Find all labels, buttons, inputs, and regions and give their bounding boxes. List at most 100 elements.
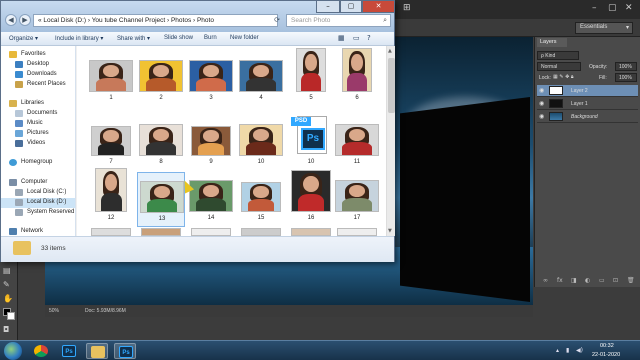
nav-favorites[interactable]: Favorites — [1, 50, 75, 60]
slide-show-button[interactable]: Slide show — [164, 35, 193, 41]
maximize-button[interactable]: ▢ — [340, 1, 362, 13]
quick-mask-icon[interactable]: ◘ — [3, 325, 15, 335]
photo-file-item[interactable]: 10 — [237, 116, 285, 171]
maximize-icon[interactable]: ▢ — [608, 3, 617, 13]
zoom-level[interactable]: 50% — [49, 308, 59, 314]
nav-network[interactable]: Network — [1, 227, 75, 236]
photo-file-item[interactable]: 6 — [333, 48, 381, 107]
photo-file-item[interactable]: 3 — [187, 52, 235, 107]
layer-row[interactable]: ◉ Layer 2 — [537, 85, 638, 97]
share-with-button[interactable]: Share with ▾ — [117, 35, 150, 42]
photo-thumbnail-partial[interactable] — [141, 228, 181, 236]
photo-file-item[interactable]: 5 — [287, 48, 335, 107]
link-layers-icon[interactable]: ∞ — [543, 277, 548, 284]
preview-pane-icon[interactable]: ▭ — [353, 34, 360, 42]
photo-file-item[interactable]: 8 — [137, 116, 185, 171]
taskbar-chrome[interactable] — [30, 343, 52, 359]
visibility-eye-icon[interactable]: ◉ — [539, 100, 544, 107]
photo-thumbnail-partial[interactable] — [337, 228, 377, 236]
photo-thumbnail-partial[interactable] — [191, 228, 231, 236]
new-folder-button[interactable]: New folder — [230, 35, 259, 41]
nav-homegroup[interactable]: Homegroup — [1, 158, 75, 168]
photo-file-item[interactable]: 4 — [237, 52, 285, 107]
volume-icon[interactable]: ◀) — [576, 347, 583, 354]
nav-videos[interactable]: Videos — [1, 139, 75, 149]
nav-local-disk-d[interactable]: Local Disk (D:) — [1, 198, 75, 208]
photo-file-item[interactable]: 14 — [187, 172, 235, 227]
network-icon[interactable]: ▮ — [566, 347, 569, 354]
layer-row[interactable]: ◉ Layer 1 — [537, 98, 638, 110]
scroll-thumb[interactable] — [388, 58, 395, 113]
start-button[interactable] — [4, 342, 22, 360]
photo-thumbnail-partial[interactable] — [291, 228, 331, 236]
gradient-tool-icon[interactable]: ▤ — [3, 266, 15, 276]
nav-documents[interactable]: Documents — [1, 109, 75, 119]
lock-icons[interactable]: ▦ ✎ ✥ 🔒︎ — [553, 74, 574, 80]
taskbar-photoshop-2[interactable]: Ps — [114, 343, 136, 359]
nav-computer[interactable]: Computer — [1, 178, 75, 188]
adjustment-layer-icon[interactable]: ◐ — [585, 277, 590, 284]
new-layer-icon[interactable]: ⊡ — [613, 277, 618, 284]
nav-pictures[interactable]: Pictures — [1, 129, 75, 139]
burn-button[interactable]: Burn — [204, 35, 217, 41]
opacity-field[interactable]: 100% — [615, 62, 637, 71]
forward-arrow-icon[interactable]: ▶ — [19, 14, 31, 26]
scroll-up-arrow-icon[interactable]: ▲ — [388, 48, 392, 54]
layer-mask-icon[interactable]: ◨ — [571, 277, 577, 284]
minimize-icon[interactable]: – — [592, 3, 597, 13]
hand-tool-icon[interactable]: ✋ — [3, 294, 15, 304]
photo-file-item[interactable]: 15 — [237, 172, 285, 227]
photo-thumbnail-partial[interactable] — [241, 228, 281, 236]
view-options-icon[interactable]: ▦ — [338, 34, 345, 42]
show-hidden-icons-icon[interactable]: ▴ — [556, 347, 559, 354]
nav-downloads[interactable]: Downloads — [1, 70, 75, 80]
organize-button[interactable]: Organize ▾ — [9, 35, 38, 42]
nav-desktop[interactable]: Desktop — [1, 60, 75, 70]
photo-file-item[interactable]: 1 — [87, 52, 135, 107]
include-in-library-button[interactable]: Include in library ▾ — [55, 35, 103, 42]
photo-thumbnail-partial[interactable] — [91, 228, 131, 236]
nav-recent-places[interactable]: Recent Places — [1, 80, 75, 90]
close-icon[interactable]: ✕ — [625, 3, 633, 13]
photo-file-item[interactable]: 17 — [333, 172, 381, 227]
workspace-select[interactable]: Essentials — [575, 22, 633, 34]
visibility-eye-icon[interactable]: ◉ — [539, 113, 544, 120]
back-arrow-icon[interactable]: ◀ — [5, 14, 17, 26]
clock-time[interactable]: 00:32 — [600, 343, 614, 349]
scroll-down-arrow-icon[interactable]: ▼ — [388, 228, 392, 234]
layer-row[interactable]: ◉ Background — [537, 111, 638, 123]
psd-file-item[interactable]: Ps PSD 10 — [287, 116, 335, 171]
new-group-icon[interactable]: ▭ — [599, 277, 605, 284]
visibility-eye-icon[interactable]: ◉ — [539, 87, 544, 94]
nav-music[interactable]: Music — [1, 119, 75, 129]
nav-system-reserved[interactable]: System Reserved — [1, 208, 75, 218]
layer-style-icon[interactable]: fx — [557, 277, 563, 284]
refresh-icon[interactable]: ⟳ — [271, 14, 283, 27]
minimize-button[interactable]: – — [316, 1, 340, 13]
address-bar[interactable]: « Local Disk (D:) › You tube Channel Pro… — [33, 14, 278, 27]
ps-panel-icon[interactable]: ⊞ — [403, 3, 411, 13]
background-color-swatch[interactable] — [7, 312, 15, 320]
photo-file-item[interactable]: 2 — [137, 52, 185, 107]
photo-file-item[interactable]: 11 — [333, 116, 381, 171]
pen-tool-icon[interactable]: ✎ — [3, 280, 15, 290]
nav-local-disk-c[interactable]: Local Disk (C:) — [1, 188, 75, 198]
fill-field[interactable]: 100% — [615, 73, 637, 82]
photo-file-item[interactable]: 9 — [187, 116, 235, 171]
kind-filter-select[interactable]: ρ Kind — [537, 51, 579, 60]
photo-file-item[interactable]: 13 — [137, 172, 185, 227]
help-icon[interactable]: ? — [367, 34, 371, 42]
photo-file-item[interactable]: 16 — [287, 170, 335, 227]
delete-layer-icon[interactable]: 🗑︎ — [627, 277, 635, 284]
vertical-scrollbar[interactable]: ▲ ▼ — [386, 46, 395, 236]
search-input[interactable]: Search Photo ⌕ — [286, 14, 391, 27]
close-button[interactable]: ✕ — [362, 1, 395, 13]
nav-libraries[interactable]: Libraries — [1, 99, 75, 109]
photo-file-item[interactable]: 7 — [87, 116, 135, 171]
clock-date[interactable]: 22-01-2020 — [592, 352, 620, 358]
taskbar-explorer[interactable] — [86, 343, 108, 359]
blend-mode-select[interactable]: Normal — [537, 62, 581, 71]
photo-file-item[interactable]: 12 — [87, 168, 135, 227]
layers-tab[interactable]: Layers — [537, 38, 567, 47]
taskbar-photoshop-1[interactable]: Ps — [58, 343, 80, 359]
